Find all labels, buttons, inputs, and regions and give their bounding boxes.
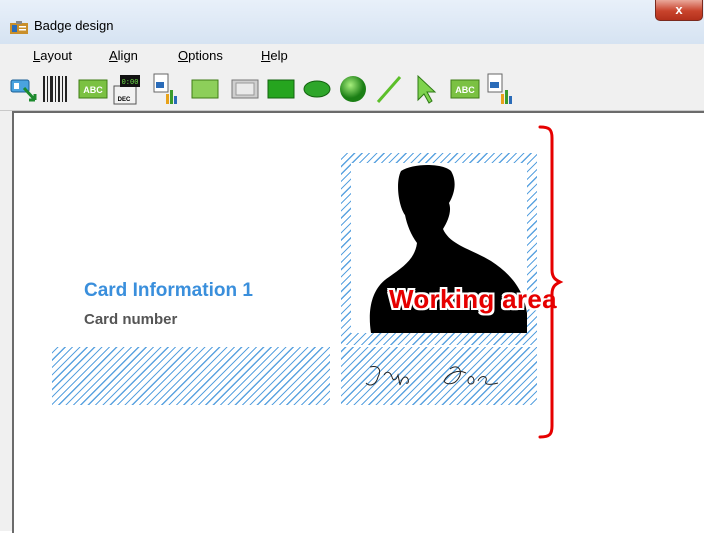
image-jpg-icon[interactable] bbox=[148, 72, 178, 106]
left-ruler bbox=[0, 111, 12, 531]
menu-align[interactable]: Align bbox=[109, 48, 138, 63]
badge-app-icon bbox=[10, 21, 28, 34]
export-icon[interactable] bbox=[8, 72, 38, 106]
counter-icon[interactable]: 0:00 DEC bbox=[112, 72, 142, 106]
svg-text:0:00: 0:00 bbox=[122, 79, 139, 87]
menu-layout[interactable]: Layout bbox=[33, 48, 72, 63]
card-number-label[interactable]: Card number bbox=[84, 311, 177, 328]
svg-text:ABC: ABC bbox=[455, 85, 475, 95]
menu-options[interactable]: Options bbox=[178, 48, 223, 63]
working-area-annotation: Working area bbox=[389, 284, 557, 314]
svg-text:ABC: ABC bbox=[83, 85, 103, 95]
menu-bar: Layout Align Options Help bbox=[0, 44, 704, 66]
frame-icon[interactable] bbox=[230, 72, 260, 106]
working-area-bracket bbox=[538, 125, 564, 439]
window-title: Badge design bbox=[34, 18, 114, 33]
window-titlebar: Badge design x bbox=[0, 0, 704, 45]
ellipse-icon[interactable] bbox=[302, 72, 332, 106]
text-abc-icon[interactable]: ABC bbox=[78, 72, 108, 106]
signature-image bbox=[365, 366, 499, 386]
pointer-icon[interactable] bbox=[410, 72, 440, 106]
image-gradient-icon[interactable] bbox=[190, 72, 220, 106]
svg-text:DEC: DEC bbox=[118, 97, 131, 103]
text-abc-icon-2[interactable]: ABC bbox=[450, 72, 480, 106]
field-placeholder[interactable] bbox=[52, 347, 330, 405]
close-button[interactable]: x bbox=[655, 0, 703, 21]
toolbar: ABC 0:00 DEC ABC bbox=[0, 66, 704, 111]
card-info-title[interactable]: Card Information 1 bbox=[84, 280, 253, 302]
barcode-icon[interactable] bbox=[40, 72, 70, 106]
sphere-icon[interactable] bbox=[338, 72, 368, 106]
rectangle-icon[interactable] bbox=[266, 72, 296, 106]
line-icon[interactable] bbox=[374, 72, 404, 106]
image-ico-icon[interactable] bbox=[484, 72, 514, 106]
menu-help[interactable]: Help bbox=[261, 48, 288, 63]
